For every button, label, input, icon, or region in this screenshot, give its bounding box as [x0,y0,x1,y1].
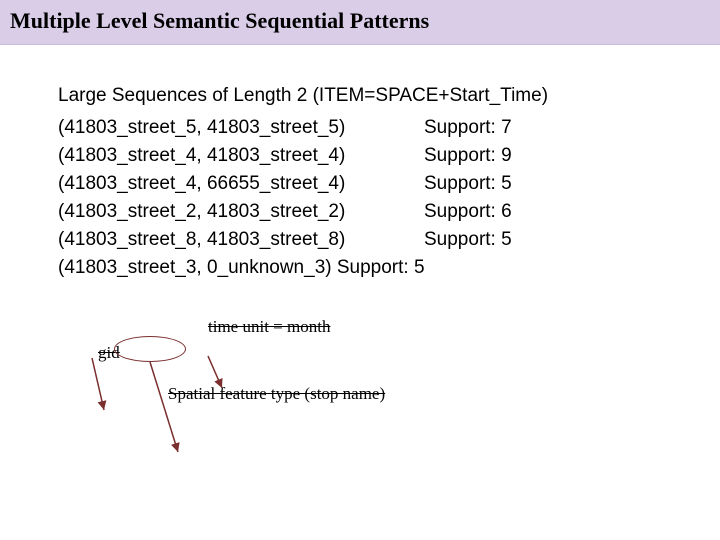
annotation-time-unit: time unit = month [208,317,330,337]
annotation-gid: gid [98,343,120,363]
sequence-pattern: (41803_street_5, 41803_street_5) [58,117,424,139]
sequence-support: Support: 5 [424,173,512,195]
sequence-row: (41803_street_4, 41803_street_4) Support… [58,145,720,167]
title-band: Multiple Level Semantic Sequential Patte… [0,0,720,45]
sequence-row: (41803_street_4, 66655_street_4) Support… [58,173,720,195]
sequence-pattern: (41803_street_2, 41803_street_2) [58,201,424,223]
section-heading: Large Sequences of Length 2 (ITEM=SPACE+… [58,85,720,107]
sequence-row: (41803_street_5, 41803_street_5) Support… [58,117,720,139]
sequence-row: (41803_street_8, 41803_street_8) Support… [58,229,720,251]
annotations-block: time unit = month gid Spatial feature ty… [58,299,720,419]
sequence-row: (41803_street_2, 41803_street_2) Support… [58,201,720,223]
sequence-pattern: (41803_street_8, 41803_street_8) [58,229,424,251]
sequence-support: Support: 6 [424,201,512,223]
sequence-support: Support: 7 [424,117,512,139]
sequence-support: Support: 5 [424,229,512,251]
content-area: Large Sequences of Length 2 (ITEM=SPACE+… [0,45,720,419]
annotation-spatial-feature: Spatial feature type (stop name) [168,384,385,404]
sequence-last-text: (41803_street_3, 0_unknown_3) Support: 5 [58,257,425,278]
sequence-row-last: (41803_street_3, 0_unknown_3) Support: 5 [58,257,720,279]
sequence-pattern: (41803_street_4, 41803_street_4) [58,145,424,167]
sequence-pattern: (41803_street_4, 66655_street_4) [58,173,424,195]
slide-title: Multiple Level Semantic Sequential Patte… [10,8,710,34]
sequence-support: Support: 9 [424,145,512,167]
